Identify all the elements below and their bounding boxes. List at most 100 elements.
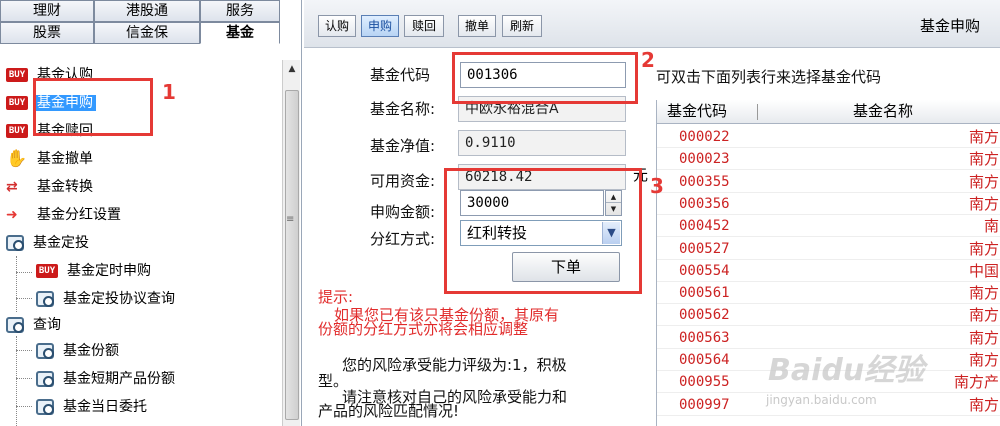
search-doc-icon [6,235,24,251]
tree-item-fund-convert[interactable]: ⇄ 基金转换 [6,174,96,200]
tree-item-label: 基金份额 [63,343,119,359]
table-row[interactable]: 000561 南方 [657,282,1000,305]
fund-code-cell: 000562 [679,307,730,324]
arrow-right-icon: ➜ [6,207,18,223]
tree-connector [16,272,32,273]
cancel-order-button[interactable]: 撤单 [458,15,496,37]
fund-code-cell: 000355 [679,173,730,190]
search-doc-icon [36,399,54,415]
tab-jijin[interactable]: 基金 [200,22,280,44]
column-header-name[interactable]: 基金名称 [853,100,913,122]
fund-name-cell: 南方 [968,395,999,414]
tab-xinjinbao[interactable]: 信金保 [94,22,200,44]
fund-name-cell: 南 [983,217,999,236]
tab-gupiao[interactable]: 股票 [0,22,94,44]
swap-icon: ⇄ [6,179,18,195]
tree-item-label: 基金当日委托 [63,399,147,415]
grip-icon: ≡ [286,214,295,225]
fund-code-cell: 000023 [679,151,730,168]
tree-item-fund-shares[interactable]: 基金份额 [36,338,122,364]
fund-code-cell: 000022 [679,129,730,145]
nav-label: 基金净值: [370,137,436,155]
fund-name-cell: 南方 [968,128,999,146]
fund-name-label: 基金名称: [370,100,436,118]
fund-code-cell: 000955 [679,374,730,391]
tree-item-label: 基金定投协议查询 [63,291,175,307]
tree-scrollbar[interactable]: ▲ ≡ [282,60,300,426]
annotation-number: 3 [650,174,664,198]
tree-connector [16,256,17,312]
available-funds-label: 可用资金: [370,172,436,190]
fund-name-cell: 南方产 [953,373,999,392]
tree-item-label: 基金定时申购 [67,263,151,279]
tree-item-short-term-shares[interactable]: 基金短期产品份额 [36,366,178,392]
annotation-box-3 [444,168,642,294]
tree-connector [16,298,32,299]
table-row[interactable]: 000452 南 [657,215,1000,238]
tab-fuwu[interactable]: 服务 [200,0,280,22]
tree-item-fund-cancel[interactable]: ✋ 基金撤单 [6,146,96,172]
scroll-up-arrow-icon[interactable]: ▲ [283,60,301,78]
hint-title: 提示: [318,288,354,306]
fund-code-cell: 000564 [679,352,730,368]
table-row[interactable]: 000023 南方 [657,148,1000,171]
fund-name-cell: 南方 [968,172,999,191]
annotation-number: 1 [162,80,176,104]
annotation-number: 2 [641,48,655,72]
fund-code-cell: 000563 [679,329,730,346]
purchase-button[interactable]: 申购 [361,15,399,37]
hint-line: 份额的分红方式亦将会相应调整 [318,320,529,338]
fund-name-cell: 南方 [968,306,999,325]
toolbar: 认购 申购 赎回 撤单 刷新 基金申购 [304,0,1000,48]
fund-code-label: 基金代码 [370,66,431,84]
buy-icon: BUY [36,264,58,278]
table-row[interactable]: 000355 南方 [657,171,1000,193]
table-row[interactable]: 000022 南方 [657,126,1000,148]
tree-item-label: 基金定投 [33,235,89,251]
table-row[interactable]: 000554 中国 [657,260,1000,282]
buy-icon: BUY [6,68,28,82]
scrollbar-thumb[interactable] [285,90,299,420]
column-divider[interactable] [757,104,758,120]
fund-code-cell: 000561 [679,285,730,302]
table-row[interactable]: 000527 南方 [657,238,1000,260]
search-doc-icon [36,291,54,307]
page-title: 基金申购 [919,17,980,35]
tree-item-label: 基金转换 [37,179,93,195]
annotation-box-1 [33,78,153,136]
fund-name-cell: 南方 [968,351,999,369]
tree-item-fund-fixed-invest[interactable]: 基金定投 [6,230,92,256]
column-header-code[interactable]: 基金代码 [667,100,727,122]
fund-name-cell: 南方 [968,284,999,303]
search-doc-icon [6,317,24,333]
risk-note-line: 您的风险承受能力评级为:1，积极 [342,356,567,374]
table-row[interactable]: 000356 南方 [657,193,1000,215]
category-tabs: 理财 港股通 服务 股票 信金保 基金 [0,0,280,58]
table-row[interactable]: 000562 南方 [657,304,1000,327]
fund-code-cell: 000452 [679,218,730,235]
tree-connector [16,406,32,407]
watermark-url: jingyan.baidu.com [766,393,877,407]
fund-code-cell: 000356 [679,195,730,212]
nav-field: 0.9110 [458,130,626,156]
tree-item-today-orders[interactable]: 基金当日委托 [36,394,150,420]
tree-connector [16,350,32,351]
buy-icon: BUY [6,124,28,138]
tree-item-invest-agreement-query[interactable]: 基金定投协议查询 [36,286,178,312]
tab-licai[interactable]: 理财 [0,0,94,22]
fund-name-cell: 中国 [968,261,999,280]
tree-item-query[interactable]: 查询 [6,312,64,338]
refresh-button[interactable]: 刷新 [502,15,542,37]
risk-note-line: 产品的风险匹配情况! [318,402,460,420]
tree-item-scheduled-purchase[interactable]: BUY 基金定时申购 [36,258,154,284]
amount-label: 申购金额: [370,203,436,221]
annotation-box-2 [452,52,638,104]
tree-item-dividend-setting[interactable]: ➜ 基金分红设置 [6,202,124,228]
tab-ganggutong[interactable]: 港股通 [94,0,200,22]
search-doc-icon [36,343,54,359]
watermark-logo: Baidu经验 [768,353,925,388]
subscribe-button[interactable]: 认购 [318,15,356,37]
redeem-button[interactable]: 赎回 [404,15,444,37]
tree-item-label: 基金短期产品份额 [63,371,175,387]
table-row[interactable]: 000563 南方 [657,327,1000,349]
